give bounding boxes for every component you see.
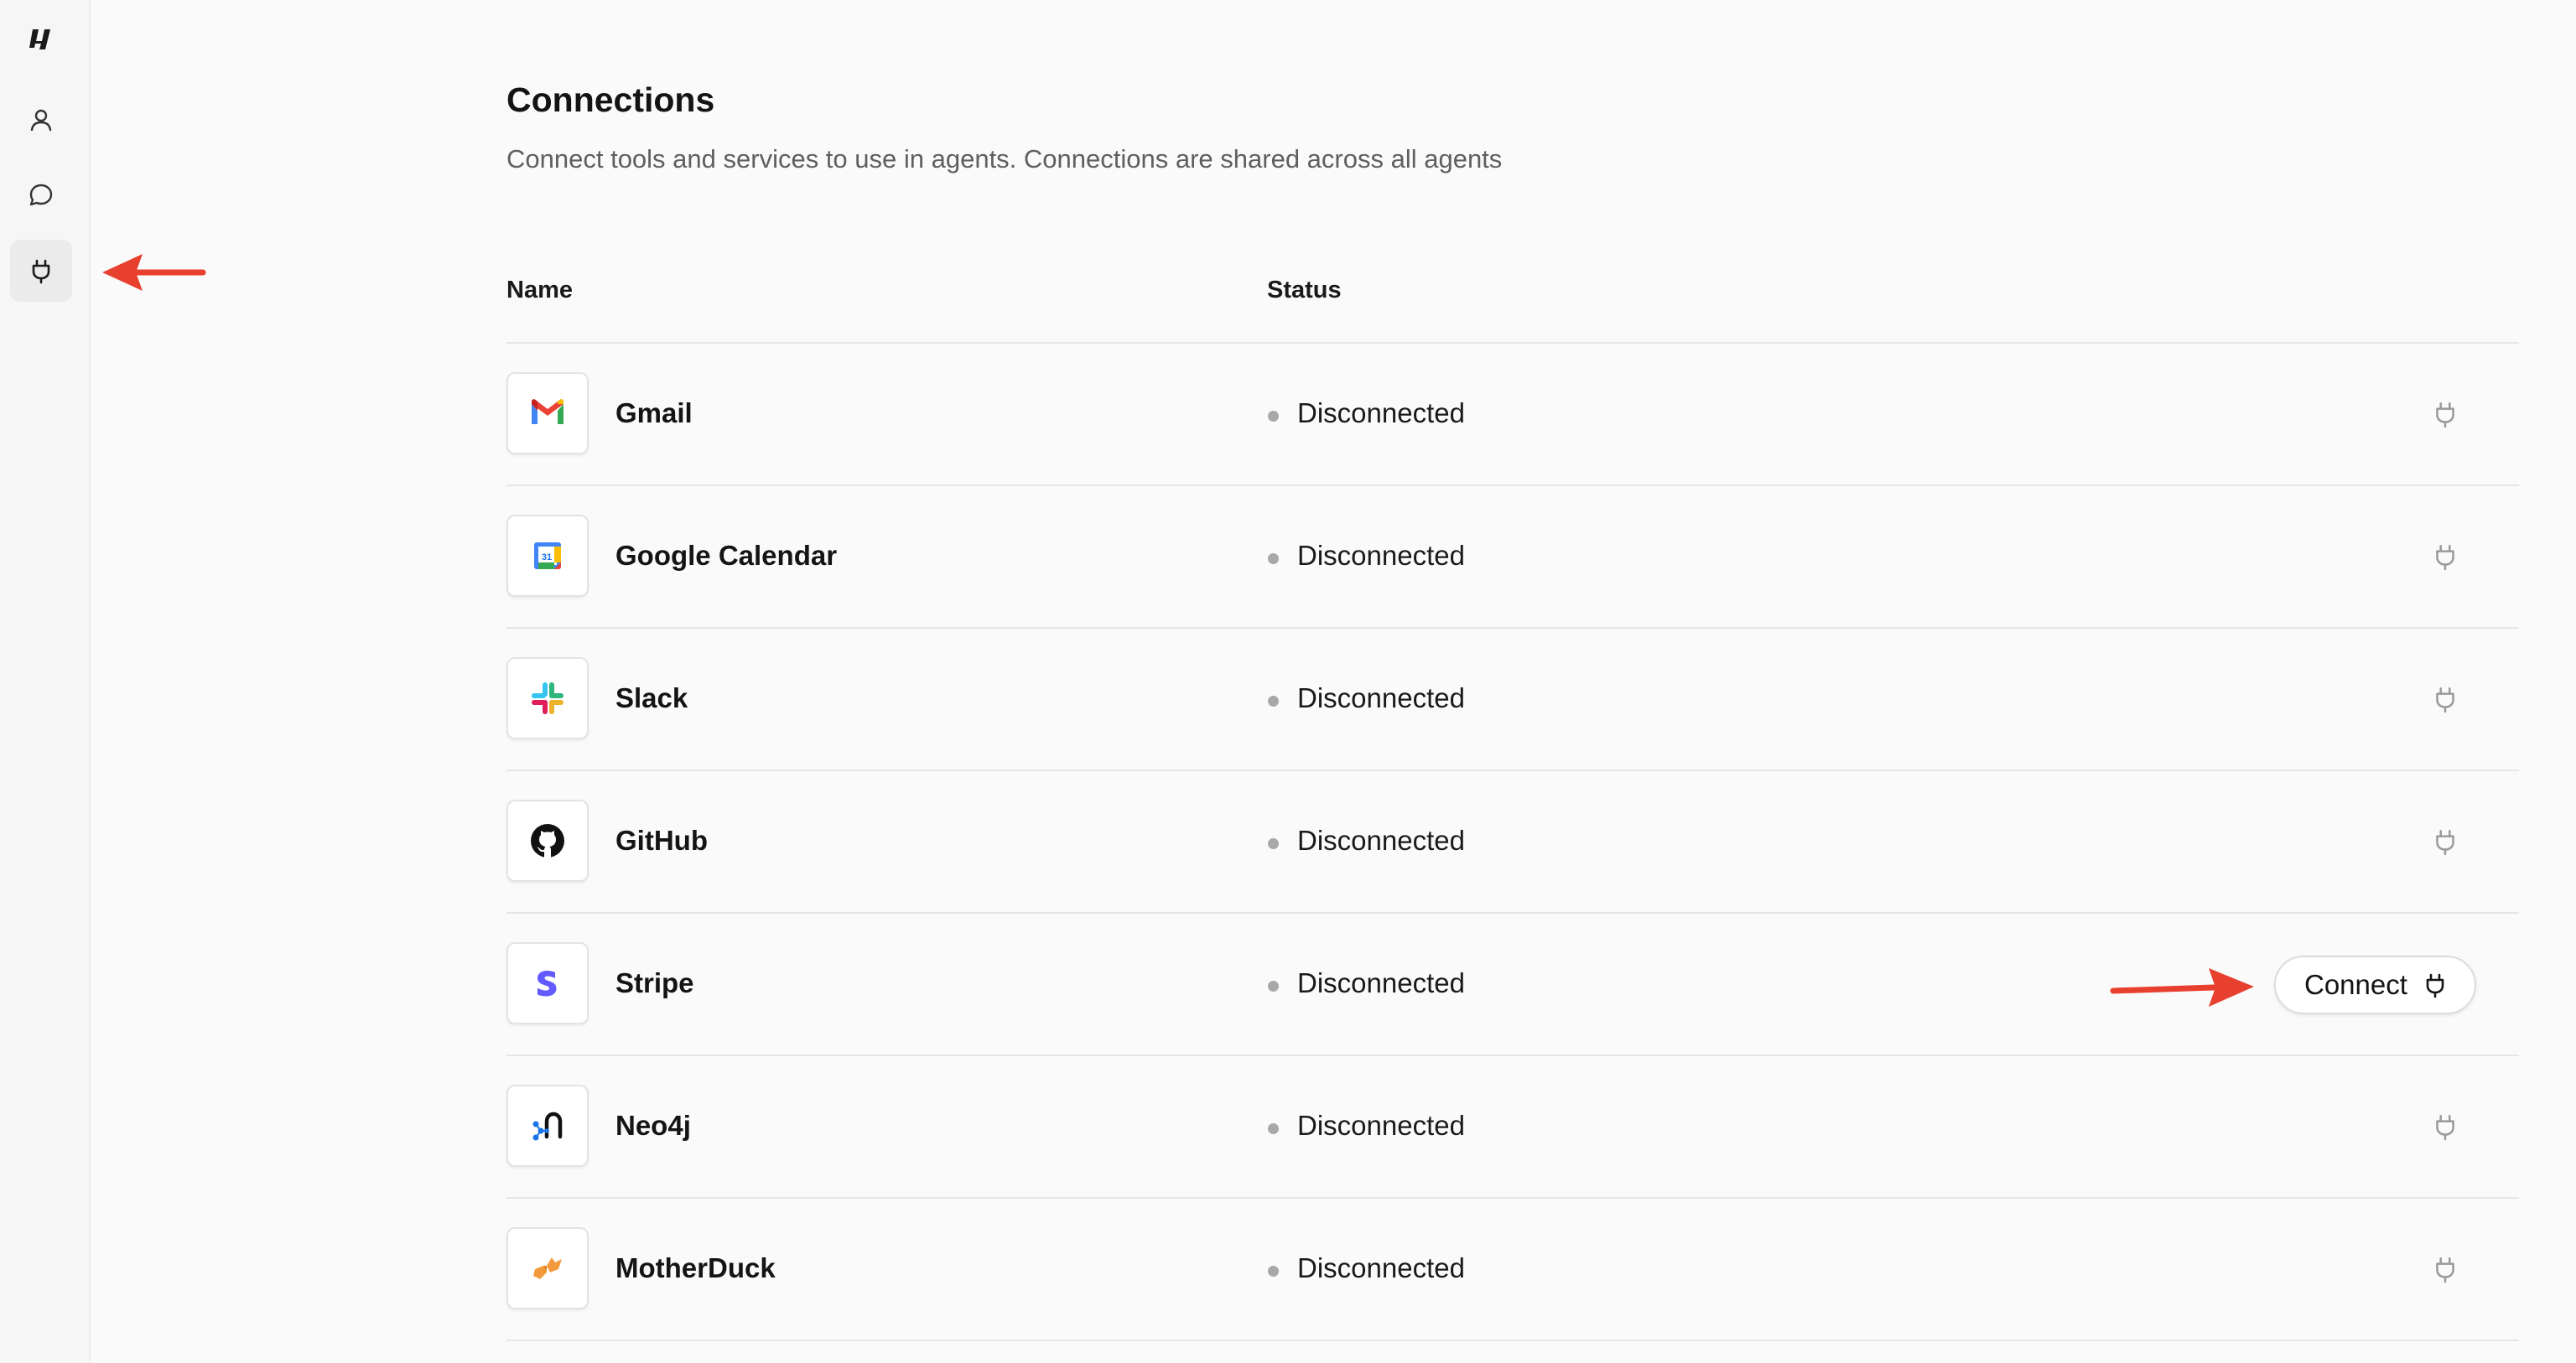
connection-name: MotherDuck	[615, 1252, 776, 1283]
connect-plug-icon[interactable]	[2430, 827, 2460, 857]
page-subtitle: Connect tools and services to use in age…	[506, 144, 1503, 174]
table-row: MotherDuck Disconnected	[506, 1199, 2519, 1341]
status-text: Disconnected	[1297, 967, 1465, 998]
plug-icon	[2426, 973, 2444, 998]
status-dot	[1268, 553, 1279, 564]
connection-name: Slack	[615, 682, 688, 713]
github-logo	[506, 800, 589, 882]
connect-plug-icon[interactable]	[2430, 542, 2460, 572]
page-title: Connections	[506, 80, 715, 119]
status-text: Disconnected	[1297, 1252, 1465, 1283]
github-icon	[531, 824, 564, 858]
sidebar-item-connections[interactable]	[10, 240, 72, 302]
neo4j-logo	[506, 1085, 589, 1167]
status-dot	[1268, 411, 1279, 422]
connection-name: Neo4j	[615, 1110, 691, 1141]
column-header-name: Name	[506, 277, 573, 303]
status-text: Disconnected	[1297, 540, 1465, 571]
app-logo[interactable]	[10, 8, 72, 70]
slack-icon	[532, 682, 564, 714]
table-header: Name Status	[506, 251, 2519, 344]
status-dot	[1268, 1123, 1279, 1134]
status-text: Disconnected	[1297, 682, 1465, 713]
sidebar-item-profile[interactable]	[10, 89, 72, 151]
connect-plug-icon[interactable]	[2430, 684, 2460, 714]
motherduck-logo	[506, 1227, 589, 1309]
google-calendar-icon: 31	[534, 542, 561, 569]
column-header-status: Status	[1267, 277, 1342, 303]
status-text: Disconnected	[1297, 825, 1465, 856]
connect-button[interactable]: Connect	[2274, 956, 2476, 1014]
connect-button-label: Connect	[2304, 969, 2407, 1000]
connect-plug-icon[interactable]	[2430, 1254, 2460, 1284]
chat-icon	[29, 184, 53, 206]
logo-icon	[29, 29, 50, 49]
plug-icon	[32, 259, 50, 284]
status-dot	[1268, 981, 1279, 992]
connection-name: Google Calendar	[615, 540, 838, 571]
user-icon	[30, 109, 52, 132]
connection-name: GitHub	[615, 825, 708, 856]
table-row: 31 Google Calendar Disconnected	[506, 486, 2519, 629]
gmail-logo	[506, 372, 589, 454]
status-dot	[1268, 838, 1279, 849]
table-row: Gmail Disconnected	[506, 344, 2519, 486]
slack-logo	[506, 657, 589, 739]
status-dot	[1268, 696, 1279, 707]
stripe-logo	[506, 942, 589, 1024]
stripe-icon	[538, 971, 557, 997]
neo4j-icon	[532, 1112, 563, 1141]
connect-plug-icon[interactable]	[2430, 399, 2460, 429]
status-text: Disconnected	[1297, 397, 1465, 428]
status-dot	[1268, 1266, 1279, 1277]
calendar-day-text: 31	[542, 552, 552, 562]
google-calendar-logo: 31	[506, 515, 589, 597]
table-row: Neo4j Disconnected	[506, 1056, 2519, 1199]
connection-name: Stripe	[615, 967, 694, 998]
table-row: GitHub Disconnected	[506, 771, 2519, 914]
sidebar-item-chats[interactable]	[10, 164, 72, 226]
annotation-arrow-connect	[2110, 968, 2254, 1007]
connection-name: Gmail	[615, 397, 693, 428]
sidebar	[0, 0, 91, 1363]
annotation-arrow-sidebar	[102, 254, 206, 291]
gmail-icon	[532, 399, 564, 424]
table-row: Slack Disconnected	[506, 629, 2519, 771]
motherduck-icon	[533, 1257, 562, 1279]
status-text: Disconnected	[1297, 1110, 1465, 1141]
connect-plug-icon[interactable]	[2430, 1112, 2460, 1142]
connections-table: Name Status Gmail Disconnected 31 Google…	[506, 251, 2519, 1341]
